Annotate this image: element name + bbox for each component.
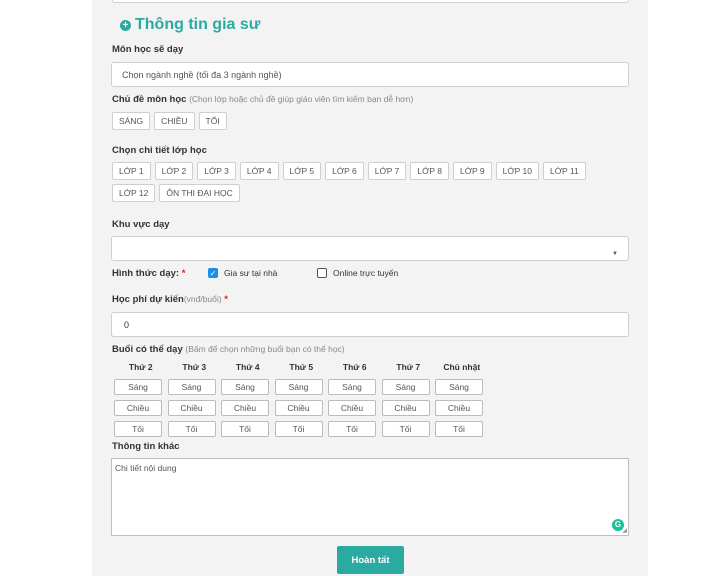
topic-label-text: Chủ đề môn học bbox=[112, 94, 187, 105]
grade-chip[interactable]: LỚP 6 bbox=[325, 162, 364, 180]
fee-value: 0 bbox=[124, 319, 130, 330]
required-marker: * bbox=[224, 294, 228, 305]
slot-afternoon[interactable]: Chiều bbox=[381, 400, 430, 416]
slot-morning[interactable]: Sáng bbox=[381, 379, 430, 395]
mode-option-online[interactable]: Online trực tuyến bbox=[317, 268, 398, 278]
day-header: Chủ nhật bbox=[443, 362, 481, 372]
area-select[interactable]: ▼ bbox=[111, 236, 629, 261]
other-label: Thông tin khác bbox=[112, 441, 180, 452]
grade-chip[interactable]: LỚP 5 bbox=[282, 162, 322, 180]
section-title-text: Thông tin gia sư bbox=[135, 16, 261, 33]
topic-chip[interactable]: TỐI bbox=[198, 112, 227, 130]
grade-chips: LỚP 1 LỚP 2 LỚP 3 LỚP 4 LỚP 5 LỚP 6 LỚP … bbox=[112, 162, 632, 202]
topic-hint: (Chọn lớp hoặc chủ đề giúp giáo viên tìm… bbox=[189, 94, 414, 104]
grade-chip[interactable]: LỚP 9 bbox=[453, 162, 492, 180]
subject-placeholder: Chọn ngành nghề (tối đa 3 ngành nghề) bbox=[122, 69, 282, 80]
fee-label-text: Học phí dự kiến bbox=[112, 294, 184, 305]
grade-chip[interactable]: LỚP 2 bbox=[154, 162, 194, 180]
slot-evening[interactable]: Tối bbox=[221, 421, 269, 437]
mode-label: Hình thức dạy: * bbox=[112, 268, 185, 279]
mode-label-text: Hình thức dạy: bbox=[112, 268, 180, 279]
slot-evening[interactable]: Tối bbox=[381, 421, 430, 437]
slot-morning[interactable]: Sáng bbox=[221, 379, 269, 395]
other-textarea[interactable]: Chi tiết nội dung G ◢ bbox=[111, 458, 629, 536]
slot-morning[interactable]: Sáng bbox=[274, 379, 323, 395]
grade-chip[interactable]: LỚP 4 bbox=[239, 162, 279, 180]
topic-label: Chủ đề môn học (Chọn lớp hoặc chủ đề giú… bbox=[112, 94, 413, 105]
topic-chip[interactable]: SÁNG bbox=[112, 112, 151, 130]
slot-afternoon[interactable]: Chiều bbox=[114, 400, 162, 416]
subject-label: Môn học sẽ dạy bbox=[112, 44, 184, 55]
subject-select[interactable]: Chọn ngành nghề (tối đa 3 ngành nghề) bbox=[111, 62, 629, 87]
grade-chip[interactable]: LỚP 8 bbox=[410, 162, 449, 180]
resize-handle-icon[interactable]: ◢ bbox=[622, 527, 627, 534]
grade-chip[interactable]: LỚP 3 bbox=[197, 162, 236, 180]
grade-chip[interactable]: LỚP 1 bbox=[112, 162, 151, 180]
slot-morning[interactable]: Sáng bbox=[328, 379, 376, 395]
submit-button[interactable]: Hoàn tất bbox=[337, 546, 404, 574]
slot-morning[interactable]: Sáng bbox=[167, 379, 216, 395]
slot-afternoon[interactable]: Chiều bbox=[167, 400, 216, 416]
schedule-hint: (Bấm để chọn những buổi bạn có thể học) bbox=[185, 344, 345, 354]
day-header: Thứ 2 bbox=[128, 362, 153, 372]
grade-chip[interactable]: ÔN THI ĐẠI HỌC bbox=[159, 184, 240, 202]
mode-option-home[interactable]: ✓ Gia sư tại nhà bbox=[208, 268, 277, 278]
day-header: Thứ 6 bbox=[342, 362, 367, 372]
topic-chip[interactable]: CHIỀU bbox=[154, 112, 195, 130]
slot-afternoon[interactable]: Chiều bbox=[328, 400, 376, 416]
grade-chip[interactable]: LỚP 7 bbox=[367, 162, 407, 180]
grade-label: Chọn chi tiết lớp học bbox=[112, 145, 207, 156]
mode-option-label: Gia sư tại nhà bbox=[224, 268, 278, 278]
slot-evening[interactable]: Tối bbox=[435, 421, 483, 437]
chevron-down-icon: ▼ bbox=[612, 251, 618, 257]
slot-evening[interactable]: Tối bbox=[114, 421, 162, 437]
required-marker: * bbox=[181, 268, 186, 279]
day-header: Thứ 7 bbox=[396, 362, 421, 372]
fee-unit: (vnđ/buổi) bbox=[183, 294, 222, 304]
slot-morning[interactable]: Sáng bbox=[114, 379, 162, 395]
schedule-label-text: Buổi có thể dạy bbox=[112, 344, 183, 355]
day-header: Thứ 4 bbox=[235, 362, 260, 372]
slot-evening[interactable]: Tối bbox=[274, 421, 323, 437]
grade-chip[interactable]: LỚP 10 bbox=[495, 162, 539, 180]
checkbox-checked-icon[interactable]: ✓ bbox=[208, 268, 218, 278]
previous-field[interactable]: ▼ bbox=[112, 0, 629, 3]
mode-option-label: Online trực tuyến bbox=[333, 268, 399, 278]
other-placeholder: Chi tiết nội dung bbox=[115, 463, 177, 473]
topic-chips: SÁNG CHIỀU TỐI bbox=[112, 112, 227, 130]
grade-chip[interactable]: LỚP 11 bbox=[542, 162, 586, 180]
slot-morning[interactable]: Sáng bbox=[435, 379, 483, 395]
schedule-grid: Thứ 2 Thứ 3 Thứ 4 Thứ 5 Thứ 6 Thứ 7 Chủ … bbox=[114, 362, 489, 437]
slot-afternoon[interactable]: Chiều bbox=[221, 400, 269, 416]
slot-evening[interactable]: Tối bbox=[167, 421, 216, 437]
day-header: Thứ 5 bbox=[289, 362, 314, 372]
grade-chip[interactable]: LỚP 12 bbox=[112, 184, 156, 202]
day-header: Thứ 3 bbox=[182, 362, 207, 372]
section-title: + Thông tin gia sư bbox=[120, 16, 260, 34]
slot-afternoon[interactable]: Chiều bbox=[274, 400, 323, 416]
fee-label: Học phí dự kiến(vnđ/buổi) * bbox=[112, 294, 228, 305]
slot-evening[interactable]: Tối bbox=[328, 421, 376, 437]
checkbox-empty-icon[interactable] bbox=[317, 268, 327, 278]
plus-circle-icon: + bbox=[120, 19, 131, 31]
schedule-label: Buổi có thể dạy (Bấm để chọn những buổi … bbox=[112, 344, 345, 355]
fee-input[interactable]: 0 bbox=[111, 312, 629, 337]
area-label: Khu vực dạy bbox=[112, 219, 170, 230]
slot-afternoon[interactable]: Chiều bbox=[435, 400, 483, 416]
